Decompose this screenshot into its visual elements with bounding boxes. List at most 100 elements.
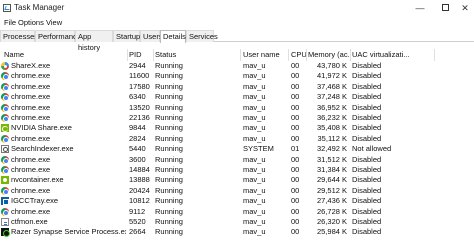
process-user: mav_u — [243, 92, 266, 102]
process-uac: Disabled — [352, 113, 382, 122]
process-cpu: 00 — [291, 71, 300, 81]
process-uac: Disabled — [352, 81, 382, 91]
process-user: mav_u — [243, 113, 266, 122]
table-row[interactable]: chrome.exe 2824 Running mav_u 00 35,112 … — [0, 134, 474, 144]
process-pid: 6340 — [129, 92, 146, 102]
process-user: mav_u — [243, 165, 266, 174]
table-row[interactable]: chrome.exe 6340 Running mav_u 00 37,248 … — [0, 92, 474, 102]
process-user: mav_u — [243, 61, 266, 70]
close-button[interactable]: ✕ — [450, 0, 474, 16]
header-pid[interactable]: PID — [129, 50, 153, 60]
task-manager-icon — [3, 4, 11, 12]
process-user: mav_u — [243, 81, 266, 91]
chrome-icon — [1, 103, 9, 112]
chrome-icon — [1, 72, 9, 81]
process-user: mav_u — [243, 206, 266, 216]
tab-details[interactable]: Details — [160, 30, 186, 43]
process-uac: Disabled — [352, 92, 382, 102]
process-status: Running — [155, 92, 183, 102]
process-name: chrome.exe — [11, 92, 51, 102]
process-memory: 36,232 K — [316, 113, 347, 122]
process-pid: 22136 — [129, 113, 150, 122]
nvcontainer-icon — [1, 176, 9, 185]
menu-options[interactable]: Options — [18, 18, 44, 27]
menu-file[interactable]: File — [4, 18, 16, 27]
column-divider[interactable] — [306, 49, 307, 61]
table-row[interactable]: chrome.exe 3600 Running mav_u 00 31,512 … — [0, 155, 474, 165]
process-cpu: 00 — [291, 92, 300, 102]
process-memory: 35,112 K — [317, 133, 347, 143]
process-cpu: 00 — [291, 102, 300, 112]
process-pid: 3600 — [129, 154, 146, 164]
tab-performance[interactable]: Performance — [35, 30, 81, 42]
process-cpu: 00 — [291, 217, 300, 226]
table-row[interactable]: ShareX.exe 2944 Running mav_u 00 43,780 … — [0, 61, 474, 71]
header-user-name[interactable]: User name — [243, 50, 287, 60]
column-divider[interactable] — [434, 49, 435, 61]
process-cpu: 00 — [291, 123, 300, 133]
process-pid: 13888 — [129, 175, 150, 185]
table-row[interactable]: NVIDIA Share.exe 9844 Running mav_u 00 3… — [0, 123, 474, 133]
process-pid: 10812 — [129, 196, 150, 206]
process-pid: 9112 — [129, 206, 146, 216]
process-memory: 29,512 K — [316, 185, 347, 195]
table-row[interactable]: nvcontainer.exe 13888 Running mav_u 00 2… — [0, 175, 474, 185]
process-name: nvcontainer.exe — [11, 175, 64, 185]
process-user: mav_u — [243, 102, 266, 112]
process-pid: 17580 — [129, 81, 150, 91]
table-row[interactable]: ctfmon.exe 5520 Running mav_u 00 26,320 … — [0, 217, 474, 227]
table-row[interactable]: chrome.exe 13520 Running mav_u 00 36,952… — [0, 103, 474, 113]
chrome-icon — [1, 186, 9, 195]
process-cpu: 01 — [291, 144, 300, 154]
tab-app-history[interactable]: App history — [75, 30, 113, 52]
process-user: mav_u — [243, 133, 266, 143]
table-row[interactable]: chrome.exe 14884 Running mav_u 00 31,384… — [0, 165, 474, 175]
table-row[interactable]: SearchIndexer.exe 5440 Running SYSTEM 01… — [0, 144, 474, 154]
table-row[interactable]: Razer Synapse Service Process.exe 2664 R… — [0, 227, 474, 237]
process-pid: 5520 — [129, 217, 146, 226]
header-memory[interactable]: Memory (ac... — [308, 50, 350, 60]
tab-startup[interactable]: Startup — [113, 30, 140, 42]
process-status: Running — [155, 113, 183, 122]
process-memory: 31,512 K — [316, 154, 347, 164]
process-user: mav_u — [243, 196, 266, 206]
process-status: Running — [155, 102, 183, 112]
column-divider[interactable] — [350, 49, 351, 61]
tab-bar: Processes Performance App history Startu… — [0, 29, 474, 52]
column-divider[interactable] — [153, 49, 154, 61]
table-row[interactable]: chrome.exe 9112 Running mav_u 00 26,728 … — [0, 207, 474, 217]
table-row[interactable]: chrome.exe 22136 Running mav_u 00 36,232… — [0, 113, 474, 123]
table-row[interactable]: IGCCTray.exe 10812 Running mav_u 00 27,4… — [0, 196, 474, 206]
process-pid: 5440 — [129, 144, 146, 154]
process-uac: Disabled — [352, 154, 382, 164]
process-status: Running — [155, 81, 183, 91]
process-uac: Disabled — [352, 61, 382, 70]
process-pid: 2824 — [129, 133, 146, 143]
tab-services[interactable]: Services — [186, 30, 218, 42]
column-divider[interactable] — [240, 49, 241, 61]
column-divider[interactable] — [127, 49, 128, 61]
header-cpu[interactable]: CPU — [291, 50, 307, 60]
process-status: Running — [155, 227, 183, 237]
process-name: chrome.exe — [11, 71, 51, 81]
process-uac: Disabled — [352, 71, 382, 81]
header-name[interactable]: Name — [4, 50, 124, 60]
process-user: mav_u — [243, 123, 266, 133]
process-status: Running — [155, 217, 183, 226]
process-status: Running — [155, 71, 183, 81]
header-uac-virtualization[interactable]: UAC virtualizati... — [352, 50, 434, 60]
header-status[interactable]: Status — [155, 50, 240, 60]
process-cpu: 00 — [291, 196, 300, 206]
chrome-icon — [1, 82, 9, 91]
table-row[interactable]: chrome.exe 20424 Running mav_u 00 29,512… — [0, 186, 474, 196]
process-status: Running — [155, 165, 183, 174]
tab-processes[interactable]: Processes — [0, 30, 38, 42]
process-pid: 2944 — [129, 61, 146, 70]
title-bar: Task Manager — ✕ — [0, 0, 474, 16]
process-uac: Disabled — [352, 217, 382, 226]
column-divider[interactable] — [288, 49, 289, 61]
menu-view[interactable]: View — [46, 18, 62, 27]
table-row[interactable]: chrome.exe 11600 Running mav_u 00 41,972… — [0, 71, 474, 81]
table-row[interactable]: chrome.exe 17580 Running mav_u 00 37,468… — [0, 82, 474, 92]
tab-users[interactable]: Users — [140, 30, 163, 42]
